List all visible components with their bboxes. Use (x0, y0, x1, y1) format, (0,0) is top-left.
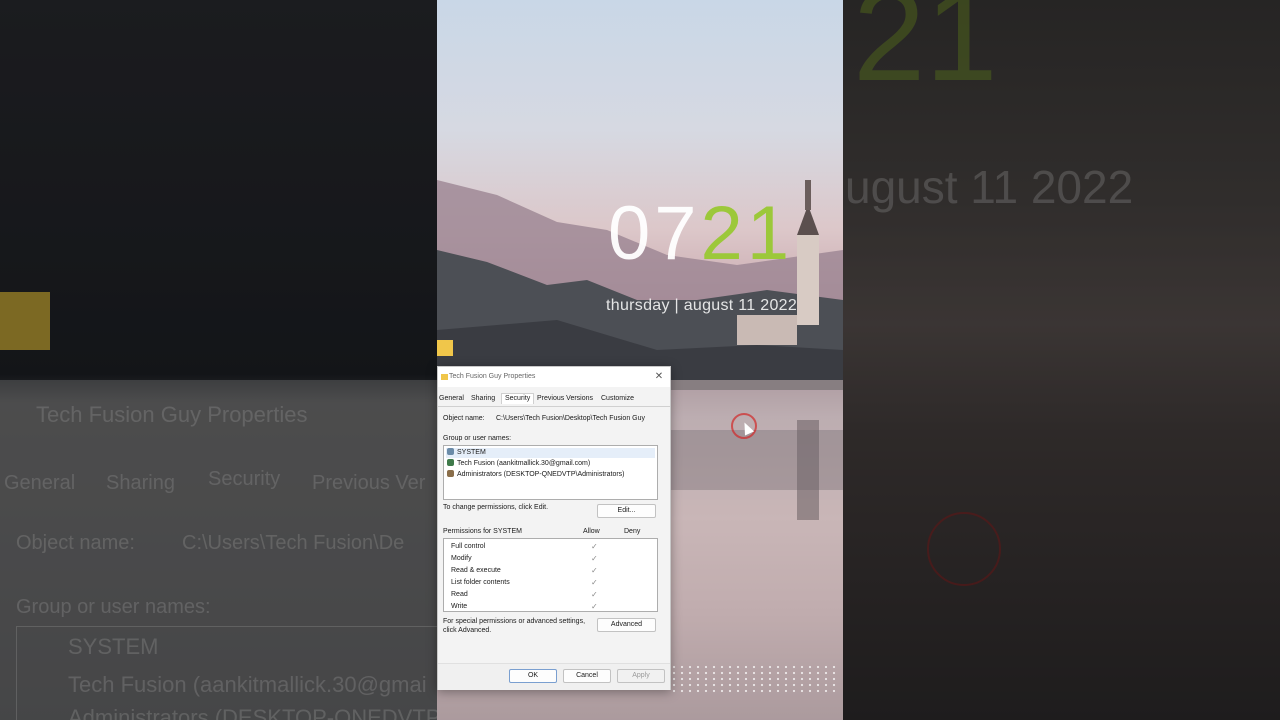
allow-check-icon: ✓ (591, 590, 598, 599)
permissions-list[interactable]: Full control ✓ Modify ✓ Read & execute ✓… (443, 538, 658, 612)
users-icon (447, 448, 454, 455)
object-name-label: Object name: (443, 415, 485, 422)
clock-minutes: 21 (700, 191, 794, 276)
tab-previous-versions[interactable]: Previous Versions (537, 395, 593, 402)
allow-check-icon: ✓ (591, 566, 598, 575)
change-permissions-hint: To change permissions, click Edit. (443, 504, 549, 511)
scrollbar-thumb[interactable] (657, 551, 658, 595)
user-name: Administrators (DESKTOP-QNEDVTP\Administ… (457, 471, 625, 478)
allow-check-icon: ✓ (591, 542, 598, 551)
permission-name: Read & execute (451, 567, 501, 574)
tab-security[interactable]: Security (501, 393, 535, 404)
cancel-button[interactable]: Cancel (563, 669, 611, 683)
tab-general[interactable]: General (439, 395, 464, 402)
special-permissions-hint-2: click Advanced. (443, 627, 492, 634)
special-permissions-hint: For special permissions or advanced sett… (443, 618, 586, 625)
allow-check-icon: ✓ (591, 578, 598, 587)
ok-button[interactable]: OK (509, 669, 557, 683)
close-icon[interactable]: ✕ (652, 370, 666, 384)
list-item[interactable]: SYSTEM (446, 448, 655, 458)
dialog-footer: OK Cancel Apply (438, 663, 670, 690)
permission-name: Write (451, 603, 468, 610)
clock-hours: 07 (608, 191, 701, 276)
apply-button[interactable]: Apply (617, 669, 665, 683)
permission-name: Modify (451, 555, 472, 562)
users-icon (447, 470, 454, 477)
user-name: Tech Fusion (aankitmallick.30@gmail.com) (457, 460, 591, 467)
permission-name: List folder contents (451, 579, 510, 586)
dialog-title: Tech Fusion Guy Properties (449, 373, 536, 380)
dialog-titlebar[interactable]: Tech Fusion Guy Properties ✕ (438, 367, 670, 387)
blurred-background-left: Tech Fusion Guy Properties General Shari… (0, 0, 437, 720)
properties-dialog: Tech Fusion Guy Properties ✕ General Sha… (437, 366, 671, 690)
advanced-button[interactable]: Advanced (597, 618, 656, 632)
folder-icon (441, 374, 448, 380)
list-item[interactable]: Tech Fusion (aankitmallick.30@gmail.com) (447, 459, 590, 469)
user-name: SYSTEM (457, 449, 486, 456)
audio-visualizer (670, 664, 840, 694)
tab-sharing[interactable]: Sharing (471, 395, 495, 402)
blurred-background-right: ugust 11 2022 21 (843, 0, 1280, 720)
permissions-scrollbar[interactable] (656, 541, 658, 609)
allow-column-header: Allow (583, 528, 600, 535)
permission-name: Full control (451, 543, 486, 550)
tab-bar: General Sharing Security Previous Versio… (438, 393, 670, 407)
object-name-value: C:\Users\Tech Fusion\Desktop\Tech Fusion… (496, 415, 646, 422)
date-widget: thursday | august 11 2022 (606, 297, 798, 314)
permissions-for-label: Permissions for SYSTEM (443, 528, 522, 535)
folder-icon[interactable] (437, 340, 453, 356)
permission-name: Read (451, 591, 468, 598)
list-item[interactable]: Administrators (DESKTOP-QNEDVTP\Administ… (447, 470, 625, 480)
user-icon (447, 459, 454, 466)
group-label: Group or user names: (443, 435, 512, 442)
edit-button[interactable]: Edit... (597, 504, 656, 518)
tab-customize[interactable]: Customize (601, 395, 634, 402)
allow-check-icon: ✓ (591, 554, 598, 563)
clock-widget: 0721 (608, 196, 793, 272)
allow-check-icon: ✓ (591, 602, 598, 611)
user-listbox[interactable]: SYSTEM Tech Fusion (aankitmallick.30@gma… (443, 445, 658, 500)
deny-column-header: Deny (624, 528, 641, 535)
